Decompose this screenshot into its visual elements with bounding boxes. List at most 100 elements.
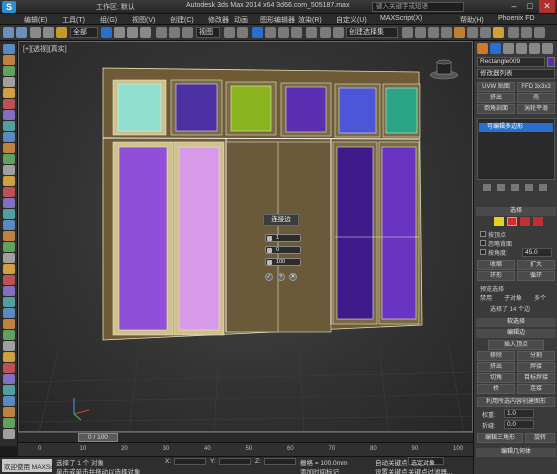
edit-edges-header[interactable]: 编辑边 <box>476 329 556 338</box>
menu-item-6[interactable]: 动画 <box>234 15 248 25</box>
ring-button[interactable]: 环形 <box>477 271 515 281</box>
polygon-mode-icon[interactable] <box>533 217 543 226</box>
display-tab-icon[interactable] <box>529 43 540 54</box>
pivot-center-icon[interactable] <box>224 27 235 38</box>
chamfer-button[interactable]: 切角 <box>477 373 515 383</box>
window-crossing-icon[interactable] <box>140 27 151 38</box>
left-tool-icon-14[interactable] <box>3 198 15 208</box>
left-tool-icon-23[interactable] <box>3 297 15 307</box>
slide-spinner[interactable]: 100 <box>265 258 301 266</box>
left-tool-icon-31[interactable] <box>3 385 15 395</box>
left-tool-icon-4[interactable] <box>3 88 15 98</box>
menu-item-1[interactable]: 工具(T) <box>62 15 85 25</box>
add-time-tag-button[interactable]: 添加时间标记 <box>300 466 339 474</box>
left-tool-icon-12[interactable] <box>3 176 15 186</box>
track-bar[interactable]: 0 10 20 30 40 50 60 70 80 90 100 <box>18 442 473 456</box>
extrude-button[interactable]: 挤出 <box>477 362 515 372</box>
left-tool-icon-2[interactable] <box>3 66 15 76</box>
stack-item-editable-poly[interactable]: 可编辑多边形 <box>479 123 553 132</box>
radio-subobject[interactable]: 子对象 <box>504 293 522 302</box>
angle-spinner[interactable]: 45.0 <box>522 248 552 257</box>
vray-lights-icon[interactable] <box>521 27 532 38</box>
viewcube[interactable] <box>429 59 459 80</box>
modifier-stack[interactable]: 可编辑多边形 <box>477 118 555 180</box>
pin-stack-icon[interactable] <box>483 184 491 191</box>
radio-off[interactable]: 禁用 <box>480 293 492 302</box>
left-tool-icon-30[interactable] <box>3 374 15 384</box>
show-end-result-icon[interactable] <box>497 184 505 191</box>
crease-spinner[interactable]: 0.0 <box>504 420 534 429</box>
close-icon[interactable]: ✕ <box>539 0 555 13</box>
vertex-mode-icon[interactable] <box>494 217 504 226</box>
left-tool-icon-26[interactable] <box>3 330 15 340</box>
left-tool-icon-0[interactable] <box>3 44 15 54</box>
weld-button[interactable]: 焊接 <box>517 362 555 372</box>
reference-coordinate-dropdown[interactable]: 视图 <box>196 27 220 38</box>
align-icon[interactable] <box>333 27 344 38</box>
left-tool-icon-24[interactable] <box>3 308 15 318</box>
left-tool-icon-10[interactable] <box>3 154 15 164</box>
search-input[interactable]: 键入关键字或短语 <box>372 2 464 12</box>
left-tool-icon-32[interactable] <box>3 396 15 406</box>
left-tool-icon-15[interactable] <box>3 209 15 219</box>
by-vertex-checkbox[interactable] <box>480 231 486 237</box>
bridge-button[interactable]: 桥 <box>477 384 515 394</box>
left-tool-icon-28[interactable] <box>3 352 15 362</box>
split-button[interactable]: 分割 <box>517 351 555 361</box>
make-unique-icon[interactable] <box>511 184 519 191</box>
ignore-backface-checkbox[interactable] <box>480 240 486 246</box>
left-tool-icon-33[interactable] <box>3 407 15 417</box>
left-tool-icon-16[interactable] <box>3 220 15 230</box>
select-manipulate-icon[interactable] <box>237 27 248 38</box>
render-setup-icon[interactable] <box>467 27 478 38</box>
rectangular-selection-icon[interactable] <box>127 27 138 38</box>
remove-modifier-icon[interactable] <box>525 184 533 191</box>
select-object-icon[interactable] <box>101 27 112 38</box>
cancel-icon[interactable]: ✕ <box>289 273 297 281</box>
undo-icon[interactable] <box>3 27 14 38</box>
app-logo-icon[interactable]: S <box>2 1 16 13</box>
left-tool-icon-22[interactable] <box>3 286 15 296</box>
shrink-button[interactable]: 收缩 <box>477 260 515 270</box>
left-tool-icon-5[interactable] <box>3 99 15 109</box>
left-tool-icon-34[interactable] <box>3 418 15 428</box>
angle-snap-icon[interactable] <box>265 27 276 38</box>
border-mode-icon[interactable] <box>520 217 530 226</box>
loop-button[interactable]: 循环 <box>517 271 555 281</box>
maxscript-listener[interactable]: 欢迎使用 MAXSc <box>2 459 53 472</box>
scale-icon[interactable] <box>182 27 193 38</box>
ok-icon[interactable]: ✓ <box>265 273 273 281</box>
material-editor-icon[interactable] <box>454 27 465 38</box>
left-tool-icon-1[interactable] <box>3 55 15 65</box>
turbosmooth-button[interactable]: 涡轮平滑 <box>517 104 555 114</box>
by-angle-checkbox[interactable] <box>480 249 486 255</box>
edit-geometry-header[interactable]: 编辑几何体 <box>476 448 556 457</box>
menu-item-12[interactable]: Phoenix FD <box>498 15 535 22</box>
time-slider[interactable]: 0 / 100 <box>18 432 473 442</box>
left-tool-icon-9[interactable] <box>3 143 15 153</box>
z-coord-field[interactable] <box>264 458 296 465</box>
curve-editor-icon[interactable] <box>428 27 439 38</box>
y-coord-field[interactable] <box>219 458 251 465</box>
perspective-viewport[interactable]: [+][透视][真实] 连接边 1 0 100 ✓ + ✕ <box>18 41 473 432</box>
left-tool-icon-17[interactable] <box>3 231 15 241</box>
mirror-icon[interactable] <box>320 27 331 38</box>
left-tool-icon-13[interactable] <box>3 187 15 197</box>
menu-item-8[interactable]: 渲染(R) <box>298 15 322 25</box>
selection-rollout-header[interactable]: 选择 <box>476 207 556 216</box>
extrude-modifier-button[interactable]: 挤出 <box>477 93 515 103</box>
apply-icon[interactable]: + <box>277 273 285 281</box>
spinner-snap-icon[interactable] <box>291 27 302 38</box>
uvw-map-button[interactable]: UVW 贴图 <box>477 82 515 92</box>
left-tool-icon-3[interactable] <box>3 77 15 87</box>
move-icon[interactable] <box>156 27 167 38</box>
selected-objects-dropdown[interactable]: 选定对象 <box>408 457 444 467</box>
menu-item-10[interactable]: MAXScript(X) <box>380 15 422 22</box>
create-shape-button[interactable]: 利用所选内容创建图形 <box>477 397 555 407</box>
selection-filter-dropdown[interactable]: 全部 <box>70 27 98 38</box>
segments-spinner[interactable]: 1 <box>265 234 301 242</box>
key-filters-button[interactable]: 关键点过滤器... <box>408 466 452 474</box>
modify-tab-icon[interactable] <box>490 43 501 54</box>
left-tool-icon-7[interactable] <box>3 121 15 131</box>
grow-button[interactable]: 扩大 <box>517 260 555 270</box>
